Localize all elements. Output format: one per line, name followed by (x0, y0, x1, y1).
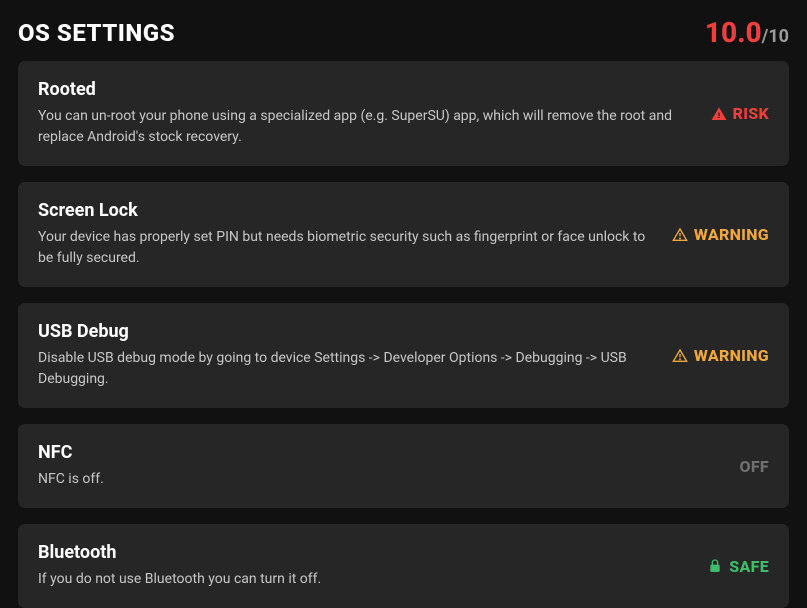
status-label: OFF (740, 457, 769, 476)
card-desc: You can un-root your phone using a speci… (38, 106, 695, 148)
status-label: RISK (733, 104, 769, 123)
card-title: NFC (38, 442, 724, 463)
status-label: WARNING (694, 346, 769, 365)
alert-triangle-icon (711, 106, 727, 122)
card-desc: Your device has properly set PIN but nee… (38, 227, 656, 269)
card-rooted[interactable]: Rooted You can un-root your phone using … (18, 61, 789, 166)
card-title: Rooted (38, 79, 695, 100)
card-text: Screen Lock Your device has properly set… (38, 200, 656, 269)
card-title: Bluetooth (38, 542, 691, 563)
status-badge-warning: WARNING (672, 225, 769, 244)
card-desc: NFC is off. (38, 469, 724, 490)
settings-list: Rooted You can un-root your phone using … (0, 61, 807, 608)
score-max: /10 (762, 26, 789, 47)
card-usb-debug[interactable]: USB Debug Disable USB debug mode by goin… (18, 303, 789, 408)
card-nfc[interactable]: NFC NFC is off. OFF (18, 424, 789, 508)
card-text: USB Debug Disable USB debug mode by goin… (38, 321, 656, 390)
card-text: Rooted You can un-root your phone using … (38, 79, 695, 148)
card-screen-lock[interactable]: Screen Lock Your device has properly set… (18, 182, 789, 287)
lock-icon (707, 558, 723, 574)
status-label: WARNING (694, 225, 769, 244)
card-title: Screen Lock (38, 200, 656, 221)
status-badge-risk: RISK (711, 104, 769, 123)
alert-triangle-outline-icon (672, 227, 688, 243)
card-text: Bluetooth If you do not use Bluetooth yo… (38, 542, 691, 590)
header: OS SETTINGS 10.0 /10 (0, 0, 807, 61)
score: 10.0 /10 (705, 16, 789, 49)
card-title: USB Debug (38, 321, 656, 342)
card-desc: Disable USB debug mode by going to devic… (38, 348, 656, 390)
alert-triangle-outline-icon (672, 348, 688, 364)
card-bluetooth[interactable]: Bluetooth If you do not use Bluetooth yo… (18, 524, 789, 608)
card-desc: If you do not use Bluetooth you can turn… (38, 569, 691, 590)
page-title: OS SETTINGS (18, 19, 175, 47)
status-label: SAFE (729, 557, 769, 576)
score-value: 10.0 (705, 16, 762, 49)
card-text: NFC NFC is off. (38, 442, 724, 490)
status-badge-safe: SAFE (707, 557, 769, 576)
status-badge-warning: WARNING (672, 346, 769, 365)
status-badge-off: OFF (740, 457, 769, 476)
